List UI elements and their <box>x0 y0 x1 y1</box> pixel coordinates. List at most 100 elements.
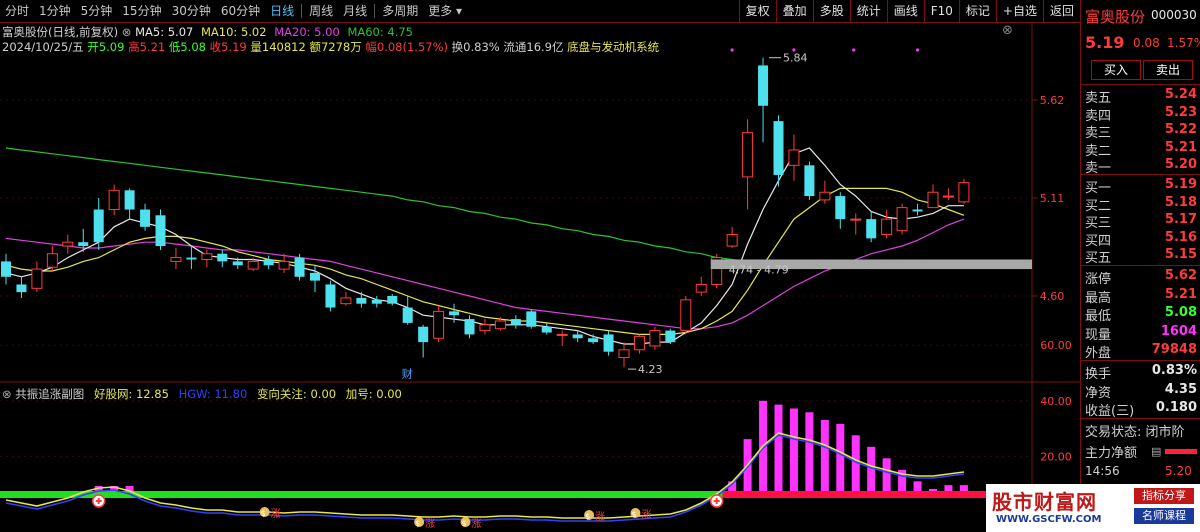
time-label: 14:56 <box>1085 464 1120 478</box>
stats-row: 涨停 5.62 <box>1085 268 1197 287</box>
sub-histogram-bar <box>836 423 845 491</box>
candle-body-down <box>588 338 599 343</box>
sub-value-1: 好股网: 12.85 <box>93 387 169 401</box>
flow-table-icon[interactable]: ▤ <box>1151 445 1161 458</box>
panel-stock-code: 000030 <box>1151 8 1197 22</box>
candle-body-down <box>418 326 429 343</box>
buy-button[interactable]: 买入 <box>1091 60 1141 80</box>
asks-value: 5.21 <box>1164 139 1197 155</box>
zhang-marker: 涨 <box>641 509 651 521</box>
stats2-value: 0.83% <box>1151 363 1197 378</box>
candle-body-up <box>201 253 213 260</box>
low-marker-label: 4.23 <box>638 363 663 376</box>
stats2-value: 4.35 <box>1164 381 1197 397</box>
bids-value: 5.18 <box>1164 194 1197 210</box>
bids-label: 买二 <box>1085 198 1112 214</box>
sub-axis-label: 40.00 <box>1040 395 1072 408</box>
asks-row: 卖五 5.24 <box>1085 87 1197 106</box>
time-price: 5.20 <box>1165 464 1192 478</box>
main-flow-label: 主力净额 <box>1085 446 1138 461</box>
bids-label: 买一 <box>1085 181 1112 196</box>
candle-body-down <box>866 219 877 239</box>
candle-body-down <box>325 284 336 308</box>
candle-body-up <box>46 253 58 268</box>
candle-body-down <box>294 257 305 277</box>
bids-row: 买一 5.19 <box>1085 177 1197 196</box>
candle-body-down <box>16 284 27 293</box>
watermark-url: WWW.GSCFW.COM <box>996 514 1102 525</box>
zhang-marker: 涨 <box>271 508 281 520</box>
bids-label: 买三 <box>1085 216 1112 231</box>
candle-body-down <box>912 209 923 212</box>
candle-body-up <box>819 191 831 201</box>
bids-value: 5.17 <box>1164 212 1197 227</box>
price-axis-label: 5.62 <box>1040 94 1065 107</box>
sub-histogram-bar <box>820 419 829 491</box>
bids-row: 买四 5.16 <box>1085 229 1197 249</box>
candle-body-up <box>618 349 630 358</box>
main-flow-bar <box>1165 449 1197 454</box>
candle-body-up <box>479 324 491 332</box>
candle-body-up <box>896 207 908 232</box>
stats2-row: 换手 0.83% <box>1085 363 1197 382</box>
candle-body-up <box>927 191 939 209</box>
candle-body-down <box>510 319 521 325</box>
stats-row: 最低 5.08 <box>1085 305 1197 324</box>
money-bag-icon: $ <box>585 512 590 521</box>
candle-body-up <box>726 234 738 247</box>
bids-value: 5.19 <box>1164 177 1197 192</box>
stats-value: 5.62 <box>1164 268 1197 283</box>
candle-body-down <box>78 242 89 247</box>
asks-value: 5.23 <box>1164 104 1197 120</box>
candle-body-up <box>340 297 352 305</box>
candle-body-up <box>695 283 707 293</box>
candle-body-down <box>804 165 815 197</box>
panel-change: 0.08 <box>1133 36 1160 50</box>
candle-body-down <box>155 215 166 247</box>
candle-body-down <box>464 319 475 335</box>
stats2-row: 收益(三) 0.180 <box>1085 400 1197 419</box>
candle-body-down <box>541 326 552 333</box>
candle-body-down <box>449 311 460 316</box>
watermark-tag-2: 名师课程 <box>1134 508 1194 524</box>
signal-dot <box>792 48 796 52</box>
stats-value: 5.08 <box>1164 305 1197 320</box>
stats-value: 5.21 <box>1164 286 1197 302</box>
ma20-line <box>5 218 965 330</box>
ma5-line <box>5 147 964 345</box>
sub-value-3: 变向关注: 0.00 <box>256 387 337 401</box>
candle-body-down <box>1 261 11 277</box>
stats-label: 涨停 <box>1085 272 1112 287</box>
watermark-box: 股市财富网 WWW.GSCFW.COM 指标分享 名师课程 <box>986 484 1200 532</box>
candle-body-down <box>526 311 537 327</box>
sub-histogram-bar <box>913 481 922 491</box>
candle-body-down <box>186 257 197 260</box>
sub-info-line: ⊗ 共振追涨副图 好股网: 12.85 HGW: 11.80 变向关注: 0.0… <box>2 386 402 402</box>
stats-row: 现量 1604 <box>1085 324 1197 343</box>
candle-body-down <box>665 330 676 343</box>
candle-body-up <box>742 132 754 178</box>
asks-row: 卖四 5.23 <box>1085 104 1197 124</box>
candle-body-down <box>124 190 135 210</box>
bids-value: 5.16 <box>1164 229 1197 245</box>
candle-body-down <box>387 296 398 304</box>
sub-axis-label: 60.00 <box>1040 339 1072 352</box>
candle-body-up <box>850 218 862 221</box>
sub-axis-label: 20.00 <box>1040 450 1072 463</box>
sub-histogram-bar <box>944 485 953 491</box>
candle-body-up <box>247 260 259 270</box>
stats-label: 最高 <box>1085 290 1112 306</box>
watermark-site: 股市财富网 <box>992 490 1097 514</box>
bids-label: 买五 <box>1085 251 1112 266</box>
asks-value: 5.22 <box>1164 122 1197 137</box>
price-axis-label: 5.11 <box>1040 192 1065 205</box>
sub-settings-icon[interactable]: ⊗ <box>2 387 12 401</box>
kline-chart[interactable]: 5.62 5.11 4.60 60.00 40.00 20.00 4.74 - 4.79 5… <box>0 0 1080 532</box>
candle-body-down <box>402 307 413 323</box>
candle-body-up <box>649 330 661 347</box>
stats2-label: 收益(三) <box>1085 404 1135 419</box>
candle-body-up <box>556 333 568 336</box>
signal-dot <box>730 48 734 52</box>
sell-button[interactable]: 卖出 <box>1143 60 1193 80</box>
stats2-value: 0.180 <box>1155 400 1197 415</box>
